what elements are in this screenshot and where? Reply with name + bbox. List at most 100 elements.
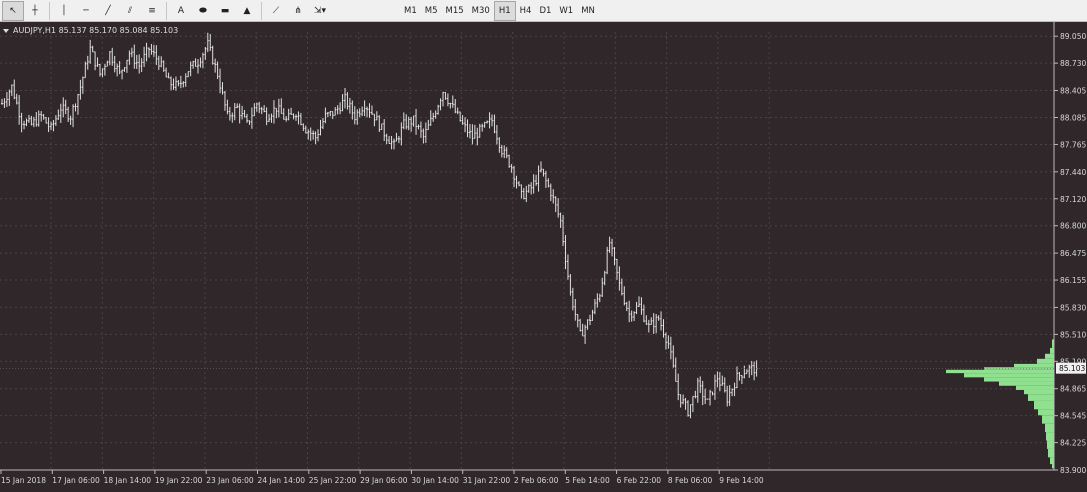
- volume-profile-bar: [1016, 385, 1054, 390]
- y-tick-label: 87.765: [1060, 140, 1086, 149]
- y-tick-label: 86.800: [1060, 222, 1086, 231]
- timeframe-group: M1 M5 M15 M30 H1 H4 D1 W1 MN: [400, 1, 599, 21]
- x-tick-label: 25 Jan 22:00: [309, 476, 357, 485]
- volume-profile-bar: [1042, 415, 1054, 424]
- y-tick-label: 87.120: [1060, 195, 1086, 204]
- x-tick-label: 5 Feb 14:00: [565, 476, 610, 485]
- timeframe-h1-button[interactable]: H1: [493, 1, 516, 21]
- timeframe-m5-button[interactable]: M5: [421, 1, 442, 21]
- equidistant-channel-icon: ⫽: [127, 6, 132, 16]
- crosshair-button[interactable]: ┼: [24, 1, 46, 21]
- rectangle-icon: ▬: [220, 6, 230, 16]
- fibonacci-retracement-button[interactable]: ≡: [141, 1, 163, 21]
- y-tick-label: 88.730: [1060, 59, 1086, 68]
- symbol-ohlc-text: AUDJPY,H1 85.137 85.170 85.084 85.103: [13, 26, 179, 35]
- volume-profile-bar: [946, 369, 1054, 374]
- x-tick-label: 2 Feb 06:00: [514, 476, 559, 485]
- trendline-button[interactable]: ╱: [97, 1, 119, 21]
- y-tick-label: 88.405: [1060, 87, 1086, 96]
- horizontal-line-icon: ─: [83, 6, 89, 16]
- volume-profile-bar: [1034, 400, 1054, 410]
- cursor-button[interactable]: ↖: [2, 1, 24, 21]
- x-tick-label: 18 Jan 14:00: [104, 476, 152, 485]
- y-tick-label: 83.900: [1060, 466, 1086, 475]
- current-price-label: 85.103: [1059, 364, 1085, 373]
- y-tick-label: 85.510: [1060, 330, 1086, 339]
- timeframe-h4-button[interactable]: H4: [516, 1, 536, 21]
- timeframe-m1-button[interactable]: M1: [400, 1, 421, 21]
- ellipse-button[interactable]: ⬬: [192, 1, 214, 21]
- volume-profile-bar: [1037, 358, 1054, 364]
- x-tick-label: 15 Jan 2018: [1, 476, 46, 485]
- chart-toolbar: ↖ ┼ │ ─ ╱ ⫽ ≡ A ⬬ ▬ ▲ ⟋ ⋔ ⇲▾ M1 M5 M15 M30 H1 H4 D1 W1 MN: [0, 0, 1087, 22]
- volume-profile-bar: [984, 367, 1054, 370]
- x-tick-label: 30 Jan 14:00: [411, 476, 459, 485]
- x-tick-label: 24 Jan 14:00: [258, 476, 306, 485]
- triangle-icon: ▲: [243, 6, 251, 16]
- volume-profile-bar: [1048, 448, 1054, 458]
- equidistant-channel-button[interactable]: ⫽: [119, 1, 141, 21]
- x-tick-label: 31 Jan 22:00: [463, 476, 511, 485]
- vertical-line-icon: │: [61, 6, 67, 16]
- trendline-icon: ╱: [105, 6, 111, 16]
- x-tick-label: 8 Feb 06:00: [668, 476, 713, 485]
- cursor-icon: ↖: [9, 6, 17, 16]
- y-tick-label: 84.545: [1060, 412, 1086, 421]
- x-tick-label: 29 Jan 06:00: [360, 476, 408, 485]
- volume-profile-bar: [1052, 339, 1054, 348]
- text-button[interactable]: A: [170, 1, 192, 21]
- fibonacci-fan-button[interactable]: ⟋: [265, 1, 287, 21]
- price-chart[interactable]: 89.050 88.730 88.405 88.085 87.765 87.440 87.1…: [0, 22, 1087, 492]
- x-tick-label: 6 Feb 22:00: [617, 476, 662, 485]
- text-icon: A: [177, 6, 185, 16]
- andrews-pitchfork-icon: ⋔: [294, 6, 302, 16]
- volume-profile-bar: [964, 373, 1054, 378]
- vertical-line-button[interactable]: │: [53, 1, 75, 21]
- symbol-menu-triangle-icon[interactable]: [3, 28, 9, 33]
- x-tick-label: 17 Jan 06:00: [52, 476, 100, 485]
- y-tick-label: 86.475: [1060, 249, 1086, 258]
- volume-profile-bar: [1045, 423, 1054, 433]
- volume-profile-bar: [1045, 353, 1054, 359]
- fibonacci-fan-icon: ⟋: [272, 6, 280, 16]
- symbol-info-label: AUDJPY,H1 85.137 85.170 85.084 85.103: [3, 26, 178, 35]
- horizontal-line-button[interactable]: ─: [75, 1, 97, 21]
- toolbar-separator: [49, 2, 50, 20]
- toolbar-separator: [166, 2, 167, 20]
- x-tick-label: 23 Jan 06:00: [206, 476, 254, 485]
- andrews-pitchfork-button[interactable]: ⋔: [287, 1, 309, 21]
- volume-profile-bar: [1028, 394, 1054, 401]
- y-tick-label: 86.155: [1060, 276, 1086, 285]
- timeframe-m30-button[interactable]: M30: [468, 1, 494, 21]
- y-tick-label: 84.865: [1060, 385, 1086, 394]
- chart-canvas[interactable]: 89.050 88.730 88.405 88.085 87.765 87.440 87.1…: [0, 22, 1087, 492]
- volume-profile-bar: [999, 381, 1054, 386]
- y-tick-label: 87.440: [1060, 168, 1086, 177]
- fibonacci-retracement-icon: ≡: [148, 6, 156, 16]
- y-tick-label: 89.050: [1060, 32, 1086, 41]
- y-tick-label: 84.225: [1060, 439, 1086, 448]
- x-tick-label: 9 Feb 14:00: [719, 476, 764, 485]
- timeframe-m15-button[interactable]: M15: [442, 1, 468, 21]
- volume-profile-bar: [1050, 457, 1054, 465]
- timeframe-mn-button[interactable]: MN: [577, 1, 599, 21]
- timeframe-w1-button[interactable]: W1: [555, 1, 577, 21]
- arrows-dropdown-icon: ⇲▾: [313, 6, 327, 16]
- volume-profile-bar: [1050, 347, 1054, 354]
- volume-profile-bar: [1024, 389, 1054, 395]
- y-tick-label: 88.085: [1060, 113, 1086, 122]
- rectangle-button[interactable]: ▬: [214, 1, 236, 21]
- volume-profile-bar: [984, 377, 1054, 382]
- triangle-button[interactable]: ▲: [236, 1, 258, 21]
- arrows-dropdown-button[interactable]: ⇲▾: [309, 1, 331, 21]
- volume-profile-bar: [1046, 432, 1054, 441]
- volume-profile-bar: [1052, 464, 1054, 469]
- volume-profile-bar: [1014, 363, 1054, 368]
- drawing-tools-group: ↖ ┼ │ ─ ╱ ⫽ ≡ A ⬬ ▬ ▲ ⟋ ⋔ ⇲▾: [2, 1, 331, 21]
- timeframe-d1-button[interactable]: D1: [535, 1, 555, 21]
- volume-profile-bar: [1047, 440, 1054, 449]
- crosshair-icon: ┼: [32, 6, 38, 16]
- ellipse-icon: ⬬: [199, 6, 207, 16]
- volume-profile-bar: [1038, 409, 1054, 416]
- toolbar-separator: [261, 2, 262, 20]
